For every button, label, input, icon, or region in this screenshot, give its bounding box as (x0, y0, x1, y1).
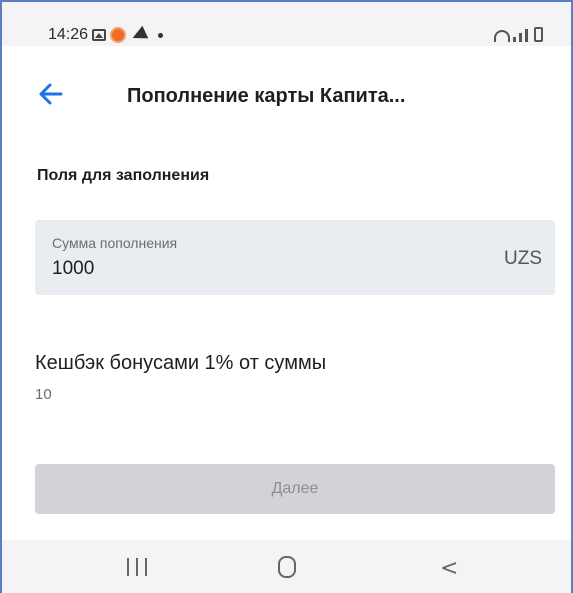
amount-field-label: Сумма пополнения (52, 235, 178, 251)
currency-suffix: UZS (504, 248, 542, 269)
signal-bar-icon (513, 37, 516, 42)
telegram-icon (129, 25, 149, 45)
recent-apps-icon[interactable] (127, 558, 147, 576)
amount-field[interactable]: Сумма пополнения 1000 UZS (35, 220, 555, 295)
app-notification-icon (110, 27, 126, 43)
phone-screen: 14:26 Пополнение карты Капита... Поля дл… (0, 0, 573, 593)
amount-field-value[interactable]: 1000 (52, 258, 94, 280)
gallery-icon (92, 29, 106, 41)
next-button[interactable]: Далее (35, 464, 555, 514)
wifi-icon (494, 30, 510, 42)
section-heading: Поля для заполнения (37, 167, 210, 184)
cashback-value: 10 (35, 386, 52, 403)
app-bar: Пополнение карты Капита... (2, 46, 571, 146)
page-title: Пополнение карты Капита... (127, 85, 406, 107)
back-icon[interactable]: < (440, 556, 458, 581)
signal-bar-icon (525, 29, 528, 42)
cashback-label: Кешбэк бонусами 1% от суммы (35, 352, 327, 374)
dot-icon (158, 32, 163, 38)
notification-icons (92, 25, 163, 45)
arrow-left-icon[interactable] (36, 79, 66, 109)
status-time: 14:26 (48, 26, 89, 43)
status-bar: 14:26 (2, 2, 571, 46)
battery-icon (534, 27, 543, 42)
home-icon[interactable] (278, 556, 296, 578)
system-nav-bar: < (2, 540, 571, 593)
system-icons (494, 24, 543, 42)
signal-bar-icon (519, 33, 522, 42)
